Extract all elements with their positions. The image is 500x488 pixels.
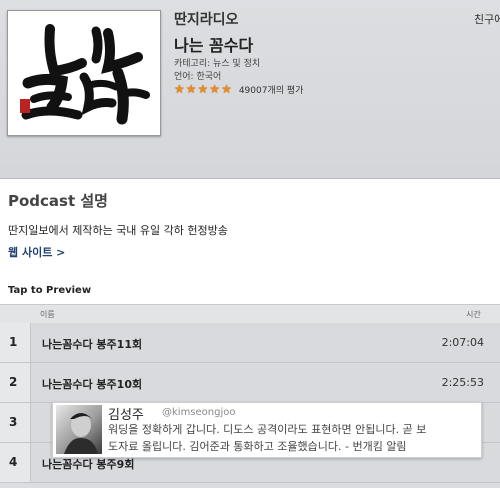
tweet-author-handle[interactable]: @kimseongjoo xyxy=(162,407,236,418)
track-name: 나는꼼수다 봉주11회 xyxy=(42,338,143,351)
tweet-text-line: 도자료 올립니다. 김어준과 통화하고 조율했습니다. - 번개킴 알림 xyxy=(108,440,407,453)
seal-stamp xyxy=(20,99,30,113)
description-heading: Podcast 설명 xyxy=(8,192,108,210)
star-icon: ★ xyxy=(174,82,185,96)
track-time: 2:07:04 xyxy=(441,336,484,349)
star-icon: ★ xyxy=(209,82,221,96)
column-header-time[interactable]: 시간 xyxy=(466,309,481,320)
track-number: 4 xyxy=(9,455,18,469)
language-label: 언어: 한국어 xyxy=(174,72,222,82)
podcast-title: 나는 꼼수다 xyxy=(174,36,254,55)
track-name: 나는꼼수다 봉주10회 xyxy=(42,378,143,391)
rating-count: 49007개의 평가 xyxy=(238,85,304,96)
website-link[interactable]: 웹 사이트 > xyxy=(8,244,65,260)
table-row[interactable]: 2 나는꼼수다 봉주10회 2:25:53 xyxy=(0,363,500,403)
avatar-image xyxy=(64,413,98,454)
track-number: 3 xyxy=(9,415,18,429)
star-icon: ★ xyxy=(197,82,209,96)
tweet-text-line: 워딩을 정확하게 갑니다. 디도스 공격이라도 표현하면 안됩니다. 곧 보 xyxy=(108,423,427,436)
tap-to-preview-label: Tap to Preview xyxy=(8,285,92,296)
rating-stars: ★ ★ ★ ★ ★ xyxy=(174,83,233,95)
description-text: 딴지일보에서 제작하는 국내 유일 각하 헌정방송 xyxy=(8,224,228,237)
category-label: 카테고리: 뉴스 및 정치 xyxy=(174,59,261,69)
podcast-description: Podcast 설명 딴지일보에서 제작하는 국내 유일 각하 헌정방송 웹 사… xyxy=(0,179,500,270)
calligraphy-artwork-image xyxy=(20,24,150,125)
track-time: 2:25:53 xyxy=(441,376,484,389)
table-row[interactable]: 1 나는꼼수다 봉주11회 2:07:04 xyxy=(0,323,500,363)
track-table-header: 이름 시간 xyxy=(0,304,500,324)
star-icon: ★ xyxy=(221,82,232,96)
avatar xyxy=(56,405,102,454)
podcast-artwork xyxy=(7,10,161,136)
column-header-name[interactable]: 이름 xyxy=(40,309,55,320)
rating: ★ ★ ★ ★ ★ 49007개의 평가 xyxy=(174,82,303,96)
podcast-header: 딴지라디오 나는 꼼수다 카테고리: 뉴스 및 정치 언어: 한국어 ★ ★ ★… xyxy=(0,0,500,179)
tweet-card: 김성주 @kimseongjoo 워딩을 정확하게 갑니다. 디도스 공격이라도… xyxy=(52,402,482,458)
star-icon: ★ xyxy=(185,82,197,96)
track-name: 나는꼼수다 봉주9회 xyxy=(42,458,135,471)
track-number: 2 xyxy=(9,375,18,389)
track-number: 1 xyxy=(9,335,18,349)
tell-a-friend-button[interactable]: 친구에 xyxy=(474,11,500,27)
podcast-author[interactable]: 딴지라디오 xyxy=(174,9,238,29)
track-table: 이름 시간 1 나는꼼수다 봉주11회 2:07:04 2 나는꼼수다 봉주10… xyxy=(0,304,500,488)
